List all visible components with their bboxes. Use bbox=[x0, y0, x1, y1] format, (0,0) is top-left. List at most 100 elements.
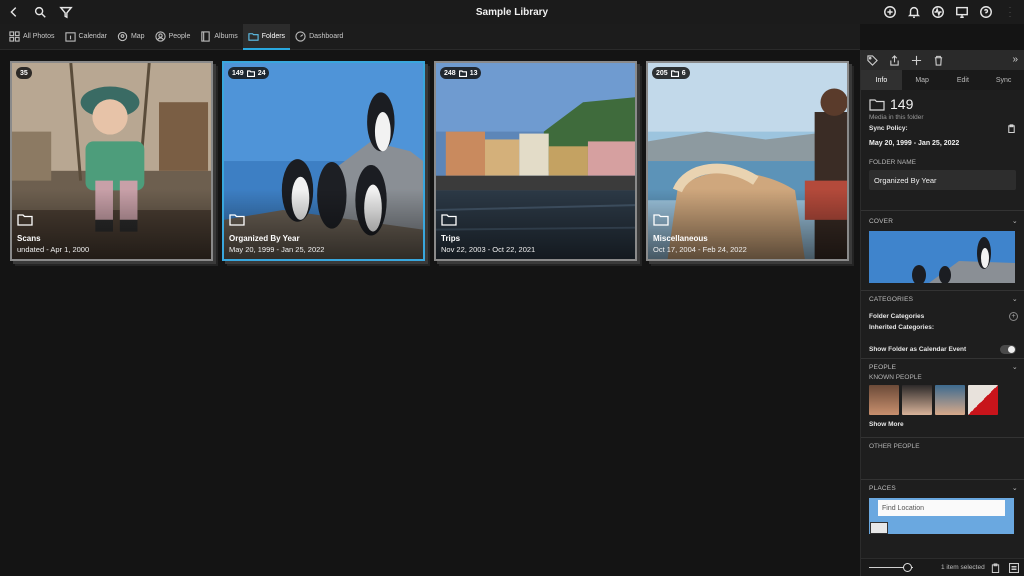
media-count-badge: 149 24 bbox=[228, 67, 270, 79]
tab-map[interactable]: Map bbox=[902, 70, 943, 90]
inspector-panel: » Info Map Edit Sync 149 Media in this f… bbox=[860, 50, 1024, 576]
cover-section-header[interactable]: COVER ⌄ bbox=[861, 214, 1024, 228]
folder-categories-row: Folder Categories + bbox=[861, 312, 1024, 321]
media-count-row: 149 bbox=[869, 96, 1016, 112]
folder-icon bbox=[229, 213, 245, 226]
known-people-label: KNOWN PEOPLE bbox=[869, 374, 922, 381]
sync-policy-row: Sync Policy: bbox=[869, 124, 1016, 133]
folder-icon bbox=[441, 213, 457, 226]
folder-icon bbox=[17, 213, 33, 226]
cover-thumbnail bbox=[869, 231, 1015, 283]
people-section-header[interactable]: PEOPLE ⌄ bbox=[861, 360, 1024, 374]
media-count: 35 bbox=[20, 69, 28, 77]
other-people-label: OTHER PEOPLE bbox=[869, 443, 920, 450]
collapse-panel-button[interactable]: » bbox=[1012, 54, 1018, 65]
folder-card-trips[interactable]: 248 13 Trips Nov 22, 2003 - Oct 22, 2021 bbox=[434, 61, 637, 261]
folder-card-miscellaneous[interactable]: 205 6 Miscellaneous Oct 17, 2004 - Feb 2… bbox=[646, 61, 849, 261]
folder-name: Miscellaneous bbox=[653, 234, 708, 243]
folder-info: 149 Media in this folder Sync Policy: Ma… bbox=[861, 90, 1024, 196]
add-category-icon[interactable]: + bbox=[1009, 312, 1018, 321]
trash-icon[interactable] bbox=[933, 55, 944, 66]
categories-section-header[interactable]: CATEGORIES ⌄ bbox=[861, 292, 1024, 306]
cover-image[interactable] bbox=[869, 231, 1016, 283]
known-people-list bbox=[861, 385, 1024, 415]
subfolder-count: 24 bbox=[257, 69, 266, 77]
places-heading: PLACES bbox=[869, 484, 896, 492]
divider bbox=[861, 479, 1024, 480]
more-icon[interactable] bbox=[1002, 4, 1018, 20]
app-window: Sample Library All Photos Calendar Map P… bbox=[0, 0, 1024, 576]
divider bbox=[861, 437, 1024, 438]
show-calendar-label: Show Folder as Calendar Event bbox=[869, 346, 967, 353]
folder-icon bbox=[653, 213, 669, 226]
status-bar: 1 item selected bbox=[861, 558, 1024, 576]
folder-card-organized-by-year[interactable]: 149 24 Organized By Year May 20, 1999 - … bbox=[222, 61, 425, 261]
activity-icon[interactable] bbox=[930, 4, 946, 20]
location-thumbnail[interactable] bbox=[870, 522, 888, 534]
cover-heading: COVER bbox=[869, 217, 894, 225]
folder-name-field[interactable]: Organized By Year bbox=[869, 170, 1016, 190]
places-section-header[interactable]: PLACES ⌄ bbox=[861, 481, 1024, 495]
media-count-badge: 35 bbox=[16, 67, 32, 79]
share-icon[interactable] bbox=[889, 54, 900, 66]
divider bbox=[861, 290, 1024, 291]
sync-policy-label: Sync Policy: bbox=[869, 125, 908, 132]
subfolder-icon bbox=[458, 69, 467, 77]
tab-sync[interactable]: Sync bbox=[983, 70, 1024, 90]
folder-icon bbox=[869, 98, 885, 111]
chevron-down-icon: ⌄ bbox=[1011, 296, 1018, 303]
folder-name: Trips bbox=[441, 234, 461, 243]
show-more-link[interactable]: Show More bbox=[861, 421, 1024, 428]
add-circle-icon[interactable] bbox=[882, 4, 898, 20]
folder-date-range: May 20, 1999 - Jan 25, 2022 bbox=[869, 140, 960, 147]
bell-icon[interactable] bbox=[906, 4, 922, 20]
chevron-down-icon: ⌄ bbox=[1011, 485, 1018, 492]
folder-date-range: May 20, 1999 - Jan 25, 2022 bbox=[229, 245, 325, 254]
places-map[interactable]: Find Location bbox=[869, 498, 1014, 534]
folder-date-range: Nov 22, 2003 - Oct 22, 2021 bbox=[441, 245, 536, 254]
media-count: 205 bbox=[656, 69, 668, 77]
help-icon[interactable] bbox=[978, 4, 994, 20]
folder-date-range: Oct 17, 2004 - Feb 24, 2022 bbox=[653, 245, 747, 254]
panel-tabs: Info Map Edit Sync bbox=[861, 70, 1024, 90]
subfolder-count: 13 bbox=[469, 69, 478, 77]
person-avatar[interactable] bbox=[869, 385, 899, 415]
media-count: 149 bbox=[232, 69, 244, 77]
panel-toolbar: » bbox=[861, 50, 1024, 70]
slider-knob[interactable] bbox=[903, 563, 912, 572]
media-count-badge: 205 6 bbox=[652, 67, 690, 79]
chevron-down-icon: ⌄ bbox=[1011, 364, 1018, 371]
calendar-event-toggle[interactable] bbox=[1000, 345, 1016, 354]
divider bbox=[861, 210, 1024, 211]
display-icon[interactable] bbox=[954, 4, 970, 20]
tab-info[interactable]: Info bbox=[861, 70, 902, 90]
tag-icon[interactable] bbox=[867, 54, 878, 66]
selection-status: 1 item selected bbox=[941, 564, 985, 571]
categories-heading: CATEGORIES bbox=[869, 295, 914, 303]
media-count: 248 bbox=[444, 69, 456, 77]
person-avatar[interactable] bbox=[968, 385, 998, 415]
media-count: 149 bbox=[890, 96, 914, 112]
find-location-input[interactable]: Find Location bbox=[878, 500, 1005, 516]
media-count-badge: 248 13 bbox=[440, 67, 482, 79]
clipboard-icon[interactable] bbox=[1007, 124, 1016, 133]
divider bbox=[861, 358, 1024, 359]
folder-name: Scans bbox=[17, 234, 41, 243]
clipboard-icon[interactable] bbox=[991, 563, 1000, 573]
subfolder-icon bbox=[246, 69, 255, 77]
inherited-categories-label: Inherited Categories: bbox=[869, 324, 935, 331]
chevron-down-icon: ⌄ bbox=[1011, 218, 1018, 225]
person-avatar[interactable] bbox=[902, 385, 932, 415]
calendar-event-row: Show Folder as Calendar Event bbox=[861, 345, 1024, 354]
people-heading: PEOPLE bbox=[869, 363, 897, 371]
tab-edit[interactable]: Edit bbox=[943, 70, 984, 90]
folder-card-scans[interactable]: 35 Scans undated - Apr 1, 2000 bbox=[10, 61, 213, 261]
folder-name: Organized By Year bbox=[229, 234, 300, 243]
thumbnail-size-slider[interactable] bbox=[869, 563, 913, 572]
folder-name-label: FOLDER NAME bbox=[869, 159, 916, 166]
person-avatar[interactable] bbox=[935, 385, 965, 415]
add-icon[interactable] bbox=[911, 55, 922, 66]
list-view-icon[interactable] bbox=[1009, 563, 1019, 573]
subfolder-count: 6 bbox=[681, 69, 686, 77]
folder-categories-label: Folder Categories bbox=[869, 313, 925, 320]
